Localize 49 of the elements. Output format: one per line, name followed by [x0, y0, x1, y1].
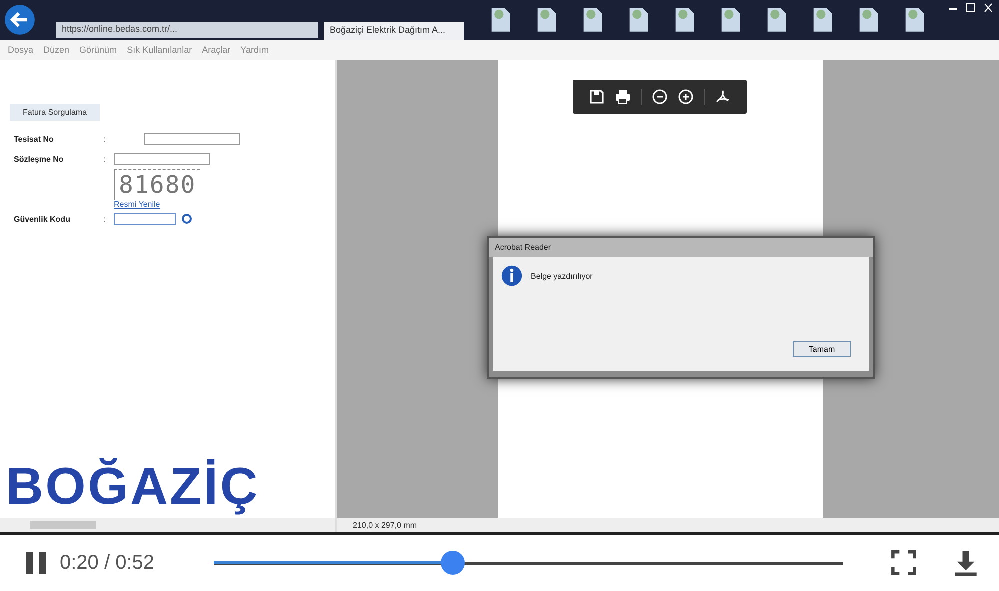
document-icon[interactable] [674, 6, 696, 34]
menu-item[interactable]: Araçlar [202, 45, 231, 55]
pause-icon[interactable] [24, 551, 48, 575]
acrobat-icon[interactable] [715, 89, 731, 105]
seek-handle[interactable] [441, 551, 466, 575]
zoom-out-icon[interactable] [652, 89, 668, 105]
document-icon[interactable] [720, 6, 742, 34]
save-icon[interactable] [589, 89, 605, 105]
menu-item[interactable]: Yardım [240, 45, 269, 55]
logo: BOĞAZİÇ [6, 458, 260, 518]
zoom-in-icon[interactable] [678, 89, 694, 105]
colon: : [104, 134, 108, 144]
menu-item[interactable]: Sık Kullanılanlar [127, 45, 192, 55]
field-label: Tesisat No [14, 134, 55, 144]
document-icon[interactable] [904, 6, 926, 34]
print-icon[interactable] [615, 89, 631, 105]
fullscreen-icon[interactable] [891, 550, 917, 576]
document-icon[interactable] [536, 6, 558, 34]
colon: : [104, 154, 108, 164]
dialog-message: Belge yazdırılıyor [531, 272, 593, 280]
browser-tab[interactable]: Boğaziçi Elektrik Dağıtım A... [324, 22, 464, 40]
input-field[interactable] [114, 213, 176, 225]
page-size: 210,0 x 297,0 mm [353, 520, 418, 530]
time-display: 0:20 / 0:52 [60, 552, 156, 574]
dialog-title: Acrobat Reader [489, 238, 873, 257]
menu-item[interactable]: Düzen [44, 45, 70, 55]
form-tab[interactable]: Fatura Sorgulama [10, 104, 100, 121]
field-label: Sözleşme No [14, 154, 65, 164]
menu-item[interactable]: Dosya [8, 45, 34, 55]
scrollbar[interactable] [0, 518, 335, 532]
captcha-image: 81680 [114, 169, 200, 200]
input-field[interactable] [114, 153, 210, 165]
menu-item[interactable]: Görünüm [80, 45, 118, 55]
refresh-icon[interactable] [182, 214, 192, 224]
document-icon[interactable] [628, 6, 650, 34]
info-icon [501, 265, 523, 287]
back-icon[interactable] [4, 4, 36, 36]
colon: : [104, 214, 108, 224]
refresh-link[interactable]: Resmi Yenile [114, 200, 160, 209]
document-icon[interactable] [582, 6, 604, 34]
document-icon[interactable] [490, 6, 512, 34]
ok-button[interactable]: Tamam [793, 341, 851, 357]
field-label: Güvenlik Kodu [14, 214, 72, 224]
input-field[interactable] [144, 133, 240, 145]
document-icon[interactable] [858, 6, 880, 34]
document-icon[interactable] [812, 6, 834, 34]
address-field[interactable]: https://online.bedas.com.tr/... [56, 22, 318, 38]
download-icon[interactable] [953, 550, 979, 576]
document-icon[interactable] [766, 6, 788, 34]
